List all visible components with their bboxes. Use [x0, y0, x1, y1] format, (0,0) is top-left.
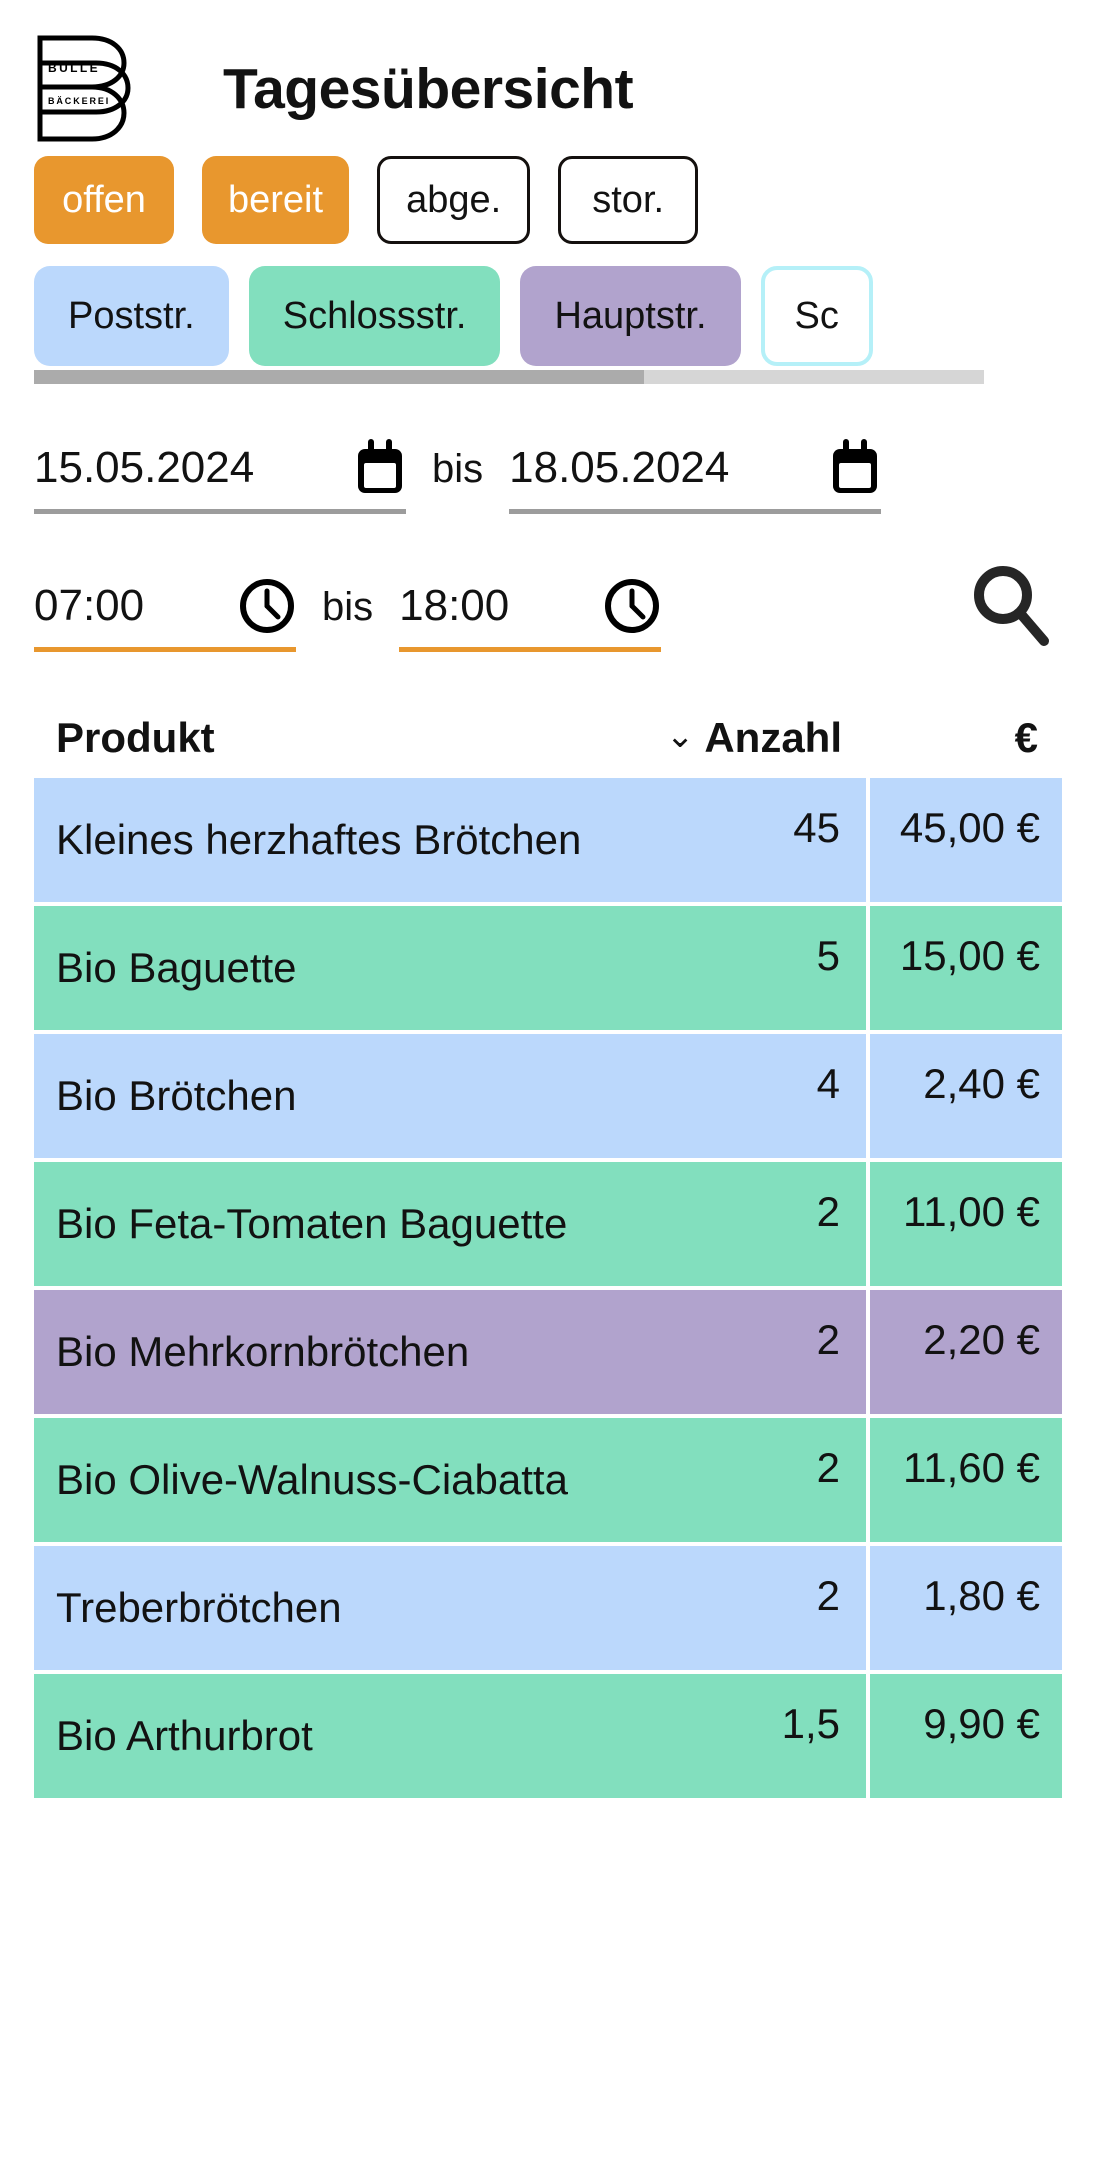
daily-overview-screen: BULLE BÄCKEREI Tagesübersicht offen bere… [0, 0, 1110, 2160]
cell-price: 1,80 € [866, 1546, 1062, 1670]
location-chip-poststr[interactable]: Poststr. [34, 266, 229, 366]
column-header-anzahl-label: Anzahl [704, 714, 842, 761]
status-filter-abge[interactable]: abge. [377, 156, 531, 244]
logo-text-bulle: BULLE [48, 61, 100, 75]
calendar-icon[interactable] [354, 439, 406, 497]
location-chip-partial[interactable]: Sc [760, 266, 873, 366]
cell-price: 2,40 € [866, 1034, 1062, 1158]
location-chip-hauptstr[interactable]: Hauptstr. [520, 266, 741, 366]
cell-count: 45 [793, 804, 840, 851]
logo-text-baeckerei: BÄCKEREI [48, 96, 110, 106]
date-range-row: 15.05.2024 bis 18.05.2024 [0, 404, 1110, 514]
date-from-value: 15.05.2024 [34, 443, 255, 492]
column-header-produkt[interactable]: Produkt [56, 714, 578, 762]
table-row[interactable]: Bio Brötchen 4 2,40 € [34, 1034, 1062, 1158]
date-to-field[interactable]: 18.05.2024 [509, 439, 882, 514]
cell-count: 4 [816, 1060, 840, 1107]
cell-count: 2 [816, 1572, 840, 1619]
cell-price: 11,60 € [866, 1418, 1062, 1542]
date-from-field[interactable]: 15.05.2024 [34, 439, 406, 514]
cell-count: 2 [816, 1316, 840, 1363]
status-filter-row: offen bereit abge. stor. [0, 150, 1110, 250]
column-header-anzahl[interactable]: ⌄ Anzahl [578, 714, 842, 762]
cell-product: Bio Mehrkornbrötchen [56, 1328, 470, 1376]
bakery-logo: BULLE BÄCKEREI [34, 33, 139, 145]
page-title: Tagesübersicht [223, 57, 634, 121]
table-row[interactable]: Bio Mehrkornbrötchen 2 2,20 € [34, 1290, 1062, 1414]
cell-product: Kleines herzhaftes Brötchen [56, 816, 582, 864]
status-filter-stor[interactable]: stor. [558, 156, 699, 244]
clock-icon[interactable] [238, 577, 296, 635]
table-row[interactable]: Kleines herzhaftes Brötchen 45 45,00 € [34, 778, 1062, 902]
cell-count: 1,5 [781, 1700, 840, 1747]
chevron-down-icon: ⌄ [665, 717, 695, 755]
cell-product: Bio Brötchen [56, 1072, 297, 1120]
clock-icon[interactable] [603, 577, 661, 635]
status-filter-offen[interactable]: offen [34, 156, 174, 244]
time-range-separator: bis [322, 585, 374, 629]
location-filter-scroller[interactable]: Poststr. Schlossstr. Hauptstr. Sc [0, 266, 1110, 396]
calendar-icon[interactable] [829, 439, 881, 497]
time-to-field[interactable]: 18:00 [399, 577, 662, 652]
table-row[interactable]: Bio Baguette 5 15,00 € [34, 906, 1062, 1030]
app-header: BULLE BÄCKEREI Tagesübersicht [0, 0, 1110, 150]
table-row[interactable]: Bio Olive-Walnuss-Ciabatta 2 11,60 € [34, 1418, 1062, 1542]
cell-count: 5 [816, 932, 840, 979]
time-from-field[interactable]: 07:00 [34, 577, 296, 652]
cell-price: 15,00 € [866, 906, 1062, 1030]
table-row[interactable]: Bio Feta-Tomaten Baguette 2 11,00 € [34, 1162, 1062, 1286]
products-table: Produkt ⌄ Anzahl € Kleines herzhaftes Br… [0, 698, 1110, 1798]
table-body: Kleines herzhaftes Brötchen 45 45,00 € Bio … [34, 778, 1062, 1798]
cell-count: 2 [816, 1444, 840, 1491]
table-row[interactable]: Bio Arthurbrot 1,5 9,90 € [34, 1674, 1062, 1798]
cell-product: Bio Olive-Walnuss-Ciabatta [56, 1456, 568, 1504]
cell-product: Bio Feta-Tomaten Baguette [56, 1200, 568, 1248]
time-from-value: 07:00 [34, 581, 145, 630]
cell-price: 2,20 € [866, 1290, 1062, 1414]
time-range-row: 07:00 bis 18:00 [0, 542, 1110, 652]
search-icon [968, 562, 1054, 648]
search-button[interactable] [968, 562, 1054, 648]
cell-count: 2 [816, 1188, 840, 1235]
location-filter-row: Poststr. Schlossstr. Hauptstr. Sc [0, 266, 1110, 384]
column-header-euro[interactable]: € [842, 714, 1038, 762]
cell-price: 11,00 € [866, 1162, 1062, 1286]
location-chip-schlossstr[interactable]: Schlossstr. [248, 266, 501, 366]
horizontal-scrollbar[interactable] [34, 370, 984, 384]
cell-product: Bio Arthurbrot [56, 1712, 313, 1760]
time-to-value: 18:00 [399, 581, 510, 630]
date-to-value: 18.05.2024 [509, 443, 730, 492]
cell-price: 45,00 € [866, 778, 1062, 902]
date-range-separator: bis [432, 447, 484, 491]
status-filter-bereit[interactable]: bereit [202, 156, 350, 244]
cell-product: Bio Baguette [56, 944, 297, 992]
table-row[interactable]: Treberbrötchen 2 1,80 € [34, 1546, 1062, 1670]
cell-product: Treberbrötchen [56, 1584, 342, 1632]
cell-price: 9,90 € [866, 1674, 1062, 1798]
table-header-row: Produkt ⌄ Anzahl € [34, 698, 1062, 778]
scrollbar-thumb[interactable] [34, 370, 644, 384]
